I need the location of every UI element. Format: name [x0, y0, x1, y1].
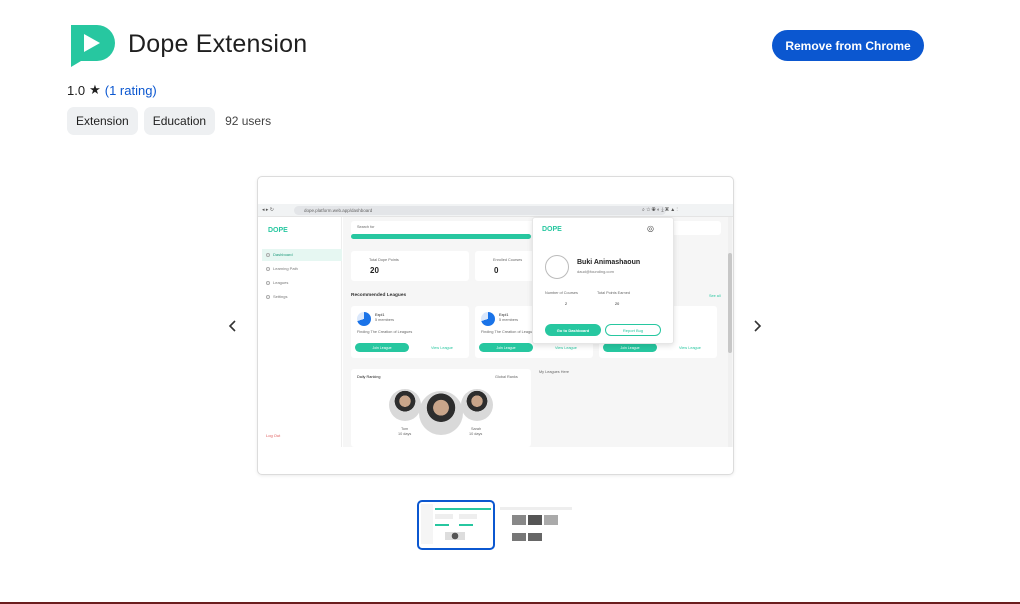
league-desc: Finding The Creation of Leagues — [357, 330, 413, 334]
see-all-link: See all — [709, 294, 721, 298]
carousel-next-button[interactable] — [747, 316, 767, 336]
stat-label: Enrolled Courses — [493, 258, 523, 262]
remove-from-chrome-button[interactable]: Remove from Chrome — [772, 30, 924, 61]
view-league-link: View League — [431, 346, 453, 350]
league-sub: 5 members — [499, 318, 518, 322]
logout-link: Log Out — [266, 433, 281, 438]
chip-extension[interactable]: Extension — [67, 107, 138, 135]
go-to-dashboard-button: Go to Dashboard — [545, 324, 601, 336]
stat-value: 20 — [370, 266, 379, 275]
url-bar: dope.platform.web.app/dashboard — [294, 206, 666, 215]
rating-value: 1.0 — [67, 82, 86, 98]
global-ranks-link: Global Ranks — [495, 375, 518, 379]
report-bug-button: Report Bug — [605, 324, 661, 336]
chip-education[interactable]: Education — [143, 107, 216, 135]
sidebar-item-learning-path: Learning Path — [262, 263, 342, 275]
league-card: Expl1 5 members Finding The Creation of … — [351, 306, 469, 358]
sidebar-item-dashboard: Dashboard — [262, 249, 342, 261]
preview-scrollbar — [728, 217, 732, 447]
points-label: Total Points Earned — [597, 291, 630, 295]
chevron-left-icon — [228, 320, 236, 332]
rating-row: 1.0 ★ (1 rating) — [67, 82, 157, 98]
league-name: Expl1 — [375, 313, 385, 317]
popup-user-email: daud@founding.com — [577, 269, 614, 274]
leagues-icon — [266, 281, 270, 285]
thumbnail-1[interactable] — [417, 500, 495, 550]
view-league-link: View League — [555, 346, 577, 350]
ranker-avatar — [461, 389, 493, 421]
recommended-title: Recommended Leagues — [351, 293, 407, 298]
popup-user-name: Buki Animashaoun — [577, 259, 641, 266]
ranker-points: 10 days — [398, 432, 412, 436]
sidebar-item-settings: Settings — [262, 291, 342, 303]
account-icon: ◎ — [647, 224, 654, 233]
league-icon — [481, 312, 495, 326]
join-league-button: Join League — [479, 343, 533, 352]
league-icon — [357, 312, 371, 326]
search-placeholder: Search for — [357, 225, 375, 229]
ratings-link[interactable]: (1 rating) — [105, 83, 157, 98]
popup-brand: DOPE — [542, 226, 562, 233]
courses-value: 2 — [565, 302, 568, 306]
daily-ranking-card: Daily Ranking Global Ranks Tom 10 days S… — [351, 369, 531, 447]
join-league-button: Join League — [603, 343, 657, 352]
stat-label: Total Dope Points — [369, 258, 399, 262]
browser-toolbar: ◂ ▸ ↻ dope.platform.web.app/dashboard ⌕ … — [258, 204, 733, 217]
app-brand: DOPE — [268, 227, 288, 234]
daily-ranking-title: Daily Ranking — [357, 375, 381, 379]
dope-logo-icon — [71, 25, 115, 67]
ranker-name: Sarah — [471, 427, 482, 431]
view-league-link: View League — [679, 346, 701, 350]
stat-card-points: Total Dope Points 20 — [351, 251, 469, 281]
carousel-prev-button[interactable] — [223, 316, 243, 336]
user-count: 92 users — [225, 114, 272, 128]
ranker-name: Tom — [401, 427, 409, 431]
my-leagues-label: My Leagues Here — [539, 370, 569, 374]
dashboard-icon — [266, 253, 270, 257]
star-icon: ★ — [89, 82, 101, 97]
sidebar-item-leagues: Leagues — [262, 277, 342, 289]
extension-popup: DOPE ◎ Buki Animashaoun daud@founding.co… — [532, 217, 674, 344]
app-sidebar: DOPE Dashboard Learning Path Leagues Set… — [258, 217, 342, 447]
thumbnail-2[interactable] — [497, 500, 573, 550]
browser-nav-icons: ◂ ▸ ↻ — [262, 207, 274, 213]
extension-title: Dope Extension — [128, 30, 308, 58]
category-chips: Extension Education 92 users — [67, 107, 271, 135]
user-avatar-icon — [545, 255, 569, 279]
learning-path-icon — [266, 267, 270, 271]
join-league-button: Join League — [355, 343, 409, 352]
extension-page: Dope Extension Remove from Chrome 1.0 ★ … — [0, 0, 1020, 604]
league-name: Expl1 — [499, 313, 509, 317]
points-value: 20 — [615, 302, 620, 306]
ranker-avatar — [389, 389, 421, 421]
ranker-points: 10 days — [469, 432, 483, 436]
screenshot-preview[interactable]: ◂ ▸ ↻ dope.platform.web.app/dashboard ⌕ … — [257, 176, 734, 475]
league-sub: 5 members — [375, 318, 394, 322]
ranker-avatar — [419, 391, 463, 435]
league-desc: Finding The Creation of Leagues — [481, 330, 537, 334]
browser-action-icons: ⌕ ☆ ◉ ◐ ⤓ ▣ ▲ ⋮ — [642, 207, 678, 213]
stat-value: 0 — [494, 266, 499, 275]
chevron-right-icon — [754, 320, 762, 332]
courses-label: Number of Courses — [545, 291, 578, 295]
banner-strip — [351, 234, 531, 239]
settings-icon — [266, 295, 270, 299]
